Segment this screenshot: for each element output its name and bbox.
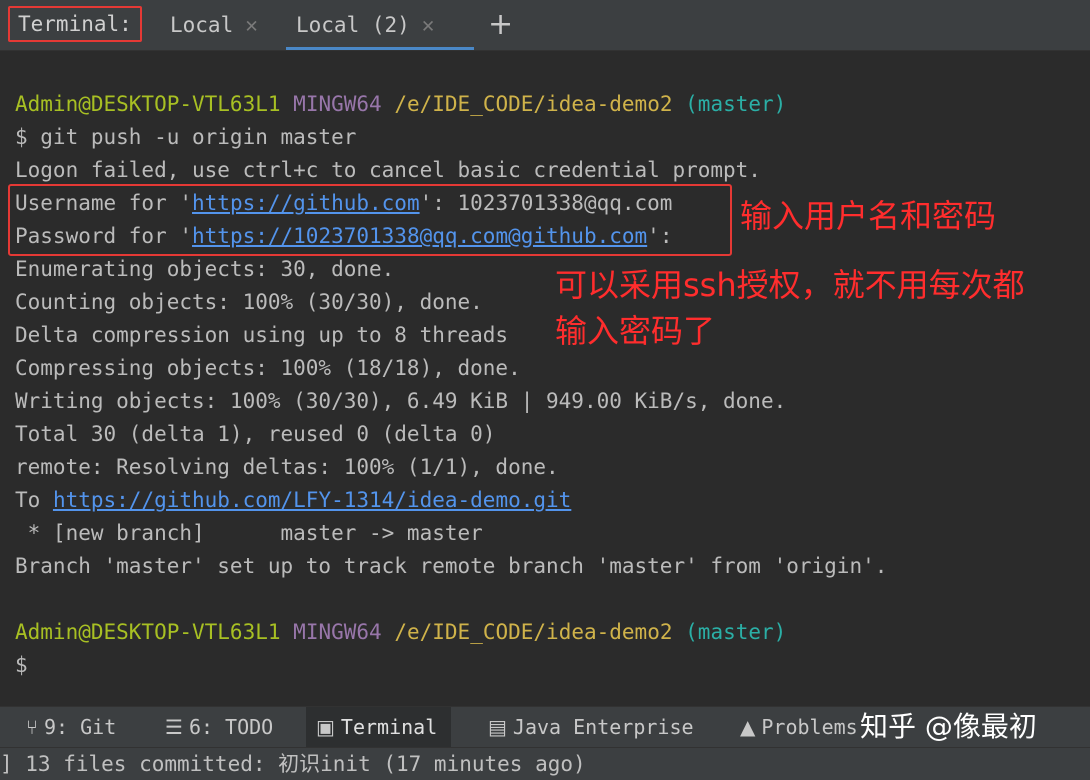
to-prefix: To [15,488,53,512]
toolwindow-terminal-label: Terminal [340,715,438,739]
tab-local[interactable]: Local ✕ [160,0,268,50]
output-line: Writing objects: 100% (30/30), 6.49 KiB … [15,389,787,413]
toolwindow-problems-label: Problems [761,715,858,739]
output-line: Enumerating objects: 30, done. [15,257,395,281]
git-branch-icon: ⑂ [26,715,38,739]
tab-local-label: Local [170,13,234,37]
prompt-branch: (master) [685,92,787,116]
credential-highlight-box [8,184,732,256]
close-icon[interactable]: ✕ [422,13,435,37]
output-line: Compressing objects: 100% (18/18), done. [15,356,521,380]
tab-local-2[interactable]: Local (2) ✕ [286,0,474,50]
output-line: remote: Resolving deltas: 100% (1/1), do… [15,455,559,479]
cursor-prompt: $ [15,653,28,677]
terminal-tab-bar: Terminal: Local ✕ Local (2) ✕ + [0,0,1090,51]
prompt-branch: (master) [685,620,787,644]
logon-message: Logon failed, use ctrl+c to cancel basic… [15,158,761,182]
new-session-button[interactable]: + [488,0,513,50]
close-icon[interactable]: ✕ [245,13,258,37]
toolwindow-java-enterprise-label: Java Enterprise [512,715,694,739]
command-line: $ git push -u origin master [15,125,357,149]
toolwindow-terminal[interactable]: ▣ Terminal [306,707,452,747]
prompt-user: Admin@DESKTOP-VTL63L1 [15,92,281,116]
prompt-env: MINGW64 [293,620,382,644]
toolwindow-todo-label: 6: TODO [188,715,274,739]
to-line: To https://github.com/LFY-1314/idea-demo… [15,484,571,517]
prompt-path: /e/IDE_CODE/idea-demo2 [394,92,673,116]
prompt-path: /e/IDE_CODE/idea-demo2 [394,620,673,644]
tool-window-bar: ⑂ 9: Git ☰ 6: TODO ▣ Terminal ▤ Java Enterpr… [0,706,1090,747]
prompt-env: MINGW64 [293,92,382,116]
tab-local-2-label: Local (2) [296,13,410,37]
toolwindow-java-enterprise[interactable]: ▤ Java Enterprise [488,707,694,747]
output-line: Counting objects: 100% (30/30), done. [15,290,483,314]
prompt-line: Admin@DESKTOP-VTL63L1 MINGW64 /e/IDE_COD… [15,616,786,649]
status-commit-message: ] 13 files committed: 初识init (17 minutes… [0,752,586,776]
new-branch-line: * [new branch] master -> master [15,521,483,545]
watermark: 知乎 @像最初 [860,710,1037,743]
toolwindow-git-label: 9: Git [44,715,117,739]
output-line: Delta compression using up to 8 threads [15,323,509,347]
todo-list-icon: ☰ [165,715,183,739]
prompt-user: Admin@DESKTOP-VTL63L1 [15,620,281,644]
terminal-title: Terminal: [8,6,142,42]
branch-track-line: Branch 'master' set up to track remote b… [15,554,888,578]
annotation-ssh-line2: 输入密码了 [555,312,716,350]
status-bar: ] 13 files committed: 初识init (17 minutes… [0,747,1090,780]
java-enterprise-icon: ▤ [488,715,507,739]
toolwindow-todo[interactable]: ☰ 6: TODO [165,707,273,747]
repo-url-link[interactable]: https://github.com/LFY-1314/idea-demo.gi… [53,488,571,512]
warning-icon: ▲ [740,715,756,739]
terminal-output[interactable]: Admin@DESKTOP-VTL63L1 MINGW64 /e/IDE_COD… [0,51,1090,706]
prompt-line: Admin@DESKTOP-VTL63L1 MINGW64 /e/IDE_COD… [15,88,786,121]
output-line: Total 30 (delta 1), reused 0 (delta 0) [15,422,496,446]
toolwindow-git[interactable]: ⑂ 9: Git [26,707,116,747]
annotation-credentials: 输入用户名和密码 [740,197,997,235]
annotation-ssh-line1: 可以采用ssh授权，就不用每次都 [555,266,1025,304]
terminal-icon: ▣ [316,715,335,739]
toolwindow-problems[interactable]: ▲ Problems [740,707,858,747]
